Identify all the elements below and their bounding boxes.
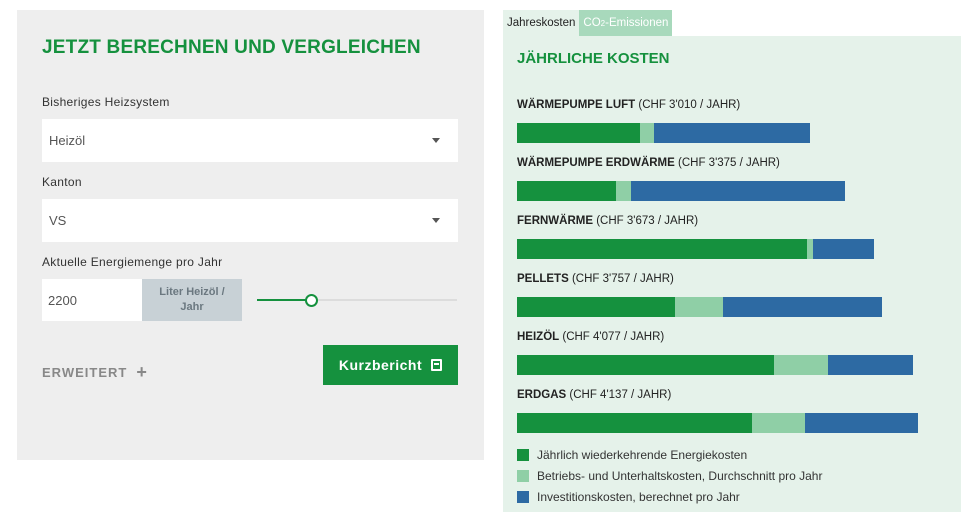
legend-item: Jährlich wiederkehrende Energiekosten (517, 448, 747, 462)
system-cost: (CHF 3'757 / JAHR) (568, 273, 674, 285)
cost-bar (517, 297, 882, 317)
canton-value: VS (49, 213, 67, 228)
cost-bar (517, 413, 919, 433)
cost-bar (517, 355, 913, 375)
calculator-panel: JETZT BERECHNEN UND VERGLEICHEN Bisherig… (17, 10, 484, 460)
system-cost: (CHF 4'077 / JAHR) (559, 331, 665, 343)
legend-item: Betriebs- und Unterhaltskosten, Durchsch… (517, 469, 822, 483)
document-icon (431, 359, 443, 371)
legend-swatch (517, 491, 529, 503)
unit-label: Liter Heizöl / Jahr (142, 279, 242, 321)
maintenance-cost-segment (674, 297, 724, 317)
energy-cost-segment (517, 297, 675, 317)
system-name: PELLETS (517, 273, 569, 285)
system-name: WÄRMEPUMPE ERDWÄRME (517, 157, 675, 169)
canton-select[interactable]: VS (42, 199, 458, 242)
slider-thumb[interactable] (305, 294, 318, 307)
investment-cost-segment (812, 239, 874, 259)
heating-system-select[interactable]: Heizöl (42, 119, 458, 162)
legend-label: Jährlich wiederkehrende Energiekosten (537, 448, 748, 462)
energy-cost-segment (517, 123, 640, 143)
legend-label: Betriebs- und Unterhaltskosten, Durchsch… (537, 469, 823, 483)
short-report-button[interactable]: Kurzbericht (323, 345, 458, 385)
cost-bar (517, 239, 874, 259)
legend-item: Investitionskosten, berechnet pro Jahr (517, 490, 740, 504)
energy-slider[interactable] (257, 294, 457, 307)
results-tabs: Jahreskosten CO 2 -Emissionen (503, 10, 673, 36)
chevron-down-icon (432, 138, 440, 143)
system-name: WÄRMEPUMPE LUFT (517, 99, 636, 111)
unit-line-2: Jahr (180, 301, 204, 313)
energy-amount-value: 2200 (48, 292, 77, 308)
maintenance-cost-segment (751, 413, 806, 433)
system-label: HEIZÖL (CHF 4'077 / JAHR) (517, 331, 664, 343)
results-title: JÄHRLICHE KOSTEN (517, 50, 670, 67)
maintenance-cost-segment (639, 123, 655, 143)
system-label: PELLETS (CHF 3'757 / JAHR) (517, 273, 674, 285)
system-name: HEIZÖL (517, 331, 560, 343)
legend-swatch (517, 470, 529, 482)
legend-swatch (517, 449, 529, 461)
system-cost: (CHF 3'375 / JAHR) (674, 157, 780, 169)
system-label: WÄRMEPUMPE ERDWÄRME (CHF 3'375 / JAHR) (517, 157, 780, 169)
heating-system-value: Heizöl (49, 133, 86, 148)
advanced-label: ERWEITERT (42, 365, 128, 380)
system-name: ERDGAS (517, 389, 567, 401)
legend-label: Investitionskosten, berechnet pro Jahr (537, 490, 740, 504)
system-cost: (CHF 3'010 / JAHR) (635, 99, 741, 111)
cost-bar (517, 123, 810, 143)
system-cost: (CHF 3'673 / JAHR) (593, 215, 699, 227)
system-label: FERNWÄRME (CHF 3'673 / JAHR) (517, 215, 698, 227)
results-panel: JÄHRLICHE KOSTEN WÄRMEPUMPE LUFT (CHF 3'… (503, 36, 961, 512)
tab-annual-costs[interactable]: Jahreskosten (503, 10, 580, 36)
maintenance-cost-segment (774, 355, 829, 375)
energy-cost-segment (517, 413, 752, 433)
unit-line-1: Liter Heizöl / (159, 286, 225, 298)
energy-amount-input[interactable]: 2200 (42, 279, 142, 321)
advanced-toggle[interactable]: ERWEITERT + (42, 362, 147, 383)
cost-bar (517, 181, 845, 201)
system-label: ERDGAS (CHF 4'137 / JAHR) (517, 389, 671, 401)
heating-system-label: Bisheriges Heizsystem (42, 95, 170, 109)
tab-co2-emissions[interactable]: CO 2 -Emissionen (579, 10, 673, 36)
maintenance-cost-segment (616, 181, 631, 201)
investment-cost-segment (654, 123, 810, 143)
investment-cost-segment (805, 413, 919, 433)
investment-cost-segment (630, 181, 845, 201)
plus-icon: + (136, 362, 147, 382)
energy-cost-segment (517, 181, 617, 201)
system-name: FERNWÄRME (517, 215, 594, 227)
investment-cost-segment (723, 297, 882, 317)
system-cost: (CHF 4'137 / JAHR) (566, 389, 672, 401)
tab-co2-prefix: CO (583, 17, 601, 29)
investment-cost-segment (828, 355, 913, 375)
slider-fill (257, 299, 311, 301)
energy-cost-segment (517, 239, 808, 259)
energy-cost-segment (517, 355, 775, 375)
tab-co2-suffix: -Emissionen (605, 17, 669, 29)
chevron-down-icon (432, 218, 440, 223)
short-report-label: Kurzbericht (338, 357, 423, 373)
canton-label: Kanton (42, 175, 82, 189)
calculator-title: JETZT BERECHNEN UND VERGLEICHEN (42, 37, 421, 58)
system-label: WÄRMEPUMPE LUFT (CHF 3'010 / JAHR) (517, 99, 740, 111)
energy-amount-label: Aktuelle Energiemenge pro Jahr (42, 255, 223, 269)
